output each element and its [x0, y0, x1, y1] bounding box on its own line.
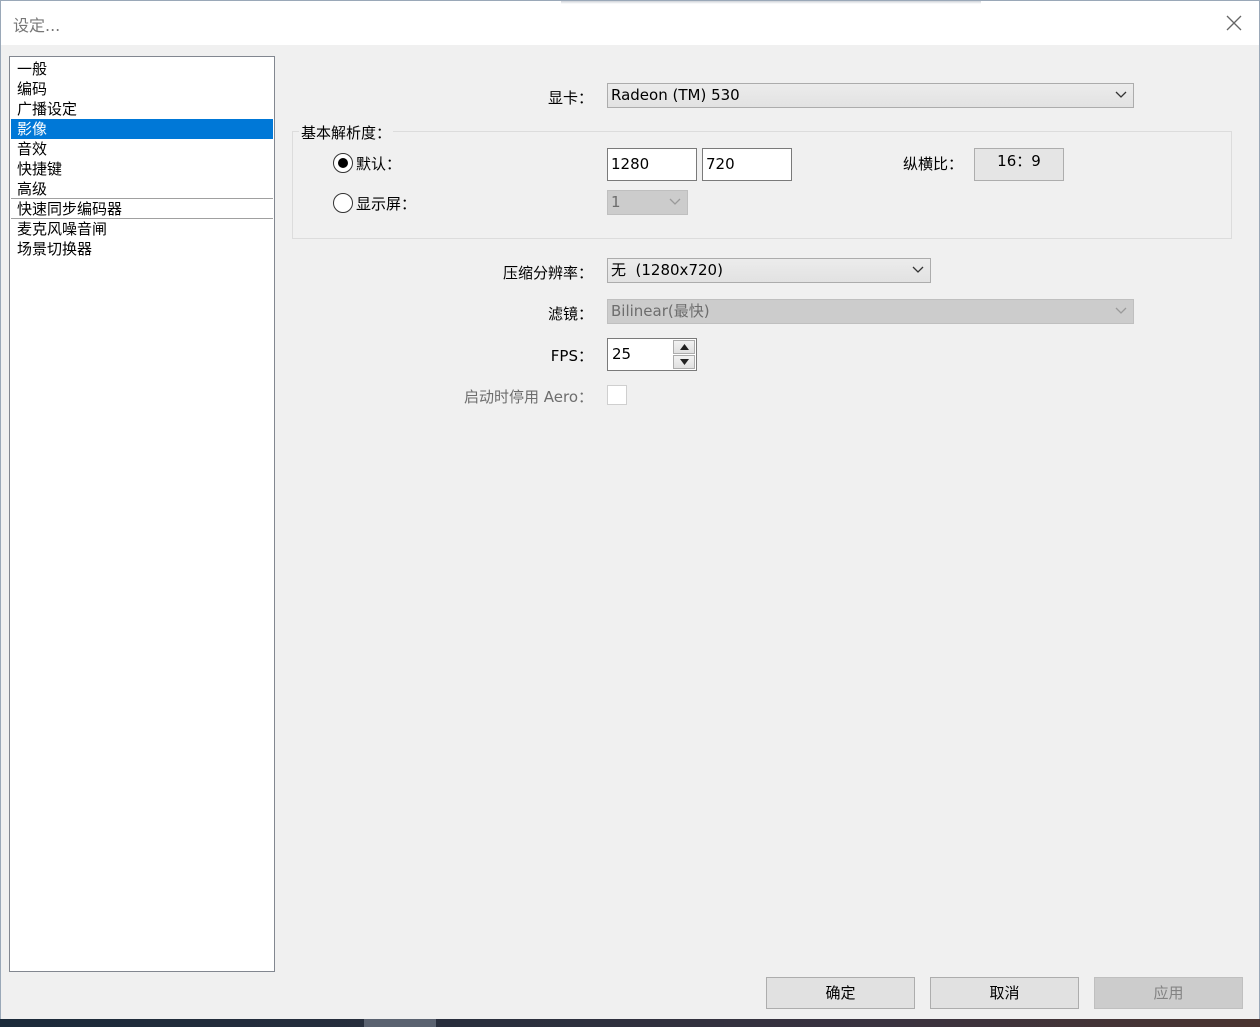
fps-decrement-button[interactable]: [673, 355, 695, 369]
close-icon: [1226, 15, 1242, 31]
taskbar-strip: [0, 1019, 1260, 1027]
sidebar-item-audio[interactable]: 音效: [11, 139, 273, 159]
sidebar-item-noise-gate[interactable]: 麦克风噪音闸: [11, 219, 273, 239]
aspect-ratio-value: 16：9: [974, 148, 1064, 181]
gpu-select-value: Radeon (TM) 530: [611, 86, 740, 104]
default-resolution-label: 默认：: [356, 155, 402, 173]
arrow-down-icon: [680, 359, 689, 365]
fps-spinner[interactable]: 25: [607, 338, 697, 371]
disable-aero-label: 启动时停用 Aero：: [463, 388, 593, 406]
cancel-button[interactable]: 取消: [930, 977, 1079, 1009]
resolution-width-value: 1280: [611, 155, 650, 173]
filter-select-value: Bilinear(最快): [611, 302, 710, 320]
chevron-down-icon: [912, 266, 924, 273]
filter-label: 滤镜：: [547, 305, 593, 323]
chevron-down-icon: [1115, 91, 1127, 98]
fps-value: 25: [612, 345, 632, 363]
resolution-height-value: 720: [706, 155, 735, 173]
default-resolution-radio[interactable]: [333, 153, 353, 173]
title-shadow: [561, 1, 981, 4]
disable-aero-checkbox[interactable]: [607, 385, 627, 405]
sidebar-item-broadcast[interactable]: 广播设定: [11, 99, 273, 119]
window-title: 设定...: [13, 16, 61, 35]
sidebar-item-advanced[interactable]: 高级: [11, 179, 273, 199]
settings-category-list[interactable]: 一般 编码 广播设定 影像 音效 快捷键 高级 快速同步编码器 麦克风噪音闸 场…: [9, 56, 275, 972]
ok-button[interactable]: 确定: [766, 977, 915, 1009]
fps-label: FPS：: [550, 347, 593, 365]
taskbar-active-item[interactable]: [364, 1019, 436, 1027]
downscale-label: 压缩分辨率：: [502, 264, 593, 282]
sidebar-item-quicksync[interactable]: 快速同步编码器: [11, 199, 273, 219]
monitor-select-value: 1: [611, 193, 621, 211]
sidebar-item-encoding[interactable]: 编码: [11, 79, 273, 99]
base-resolution-legend: 基本解析度：: [299, 122, 394, 143]
title-bar: 设定...: [1, 1, 1259, 45]
chevron-down-icon: [669, 198, 681, 205]
apply-button[interactable]: 应用: [1094, 977, 1243, 1009]
gpu-label: 显卡：: [547, 89, 593, 107]
chevron-down-icon: [1115, 307, 1127, 314]
close-button[interactable]: [1217, 7, 1251, 39]
sidebar-item-video[interactable]: 影像: [11, 119, 273, 139]
sidebar-item-hotkeys[interactable]: 快捷键: [11, 159, 273, 179]
downscale-select-value: 无 (1280x720): [611, 261, 723, 279]
monitor-select[interactable]: 1: [607, 190, 688, 215]
filter-select[interactable]: Bilinear(最快): [607, 299, 1134, 324]
fps-increment-button[interactable]: [673, 340, 695, 354]
arrow-up-icon: [680, 344, 689, 350]
downscale-select[interactable]: 无 (1280x720): [607, 258, 931, 283]
settings-window: 设定... 一般 编码 广播设定 影像 音效 快捷键 高级 快速同步编码器 麦克…: [0, 0, 1260, 1027]
resolution-width-input[interactable]: 1280: [607, 148, 697, 181]
resolution-height-input[interactable]: 720: [702, 148, 792, 181]
monitor-resolution-label: 显示屏：: [356, 195, 417, 213]
sidebar-item-scene-switcher[interactable]: 场景切换器: [11, 239, 273, 259]
aspect-ratio-label: 纵横比：: [903, 155, 964, 173]
sidebar-item-general[interactable]: 一般: [11, 59, 273, 79]
monitor-resolution-radio[interactable]: [333, 193, 353, 213]
radio-selected-dot: [338, 158, 348, 168]
gpu-select[interactable]: Radeon (TM) 530: [607, 83, 1134, 108]
